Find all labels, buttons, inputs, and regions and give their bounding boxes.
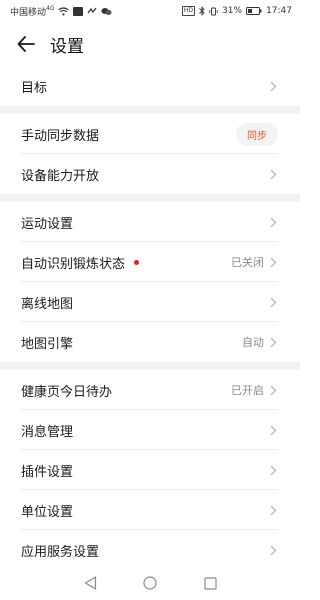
setting-row-manual-sync: 手动同步数据 同步 <box>0 114 300 154</box>
sync-button[interactable]: 同步 <box>236 122 278 146</box>
new-badge-dot <box>134 259 140 265</box>
settings-list: 目标 手动同步数据 同步 设备能力开放 运动设置 自动识别锻炼状态 已关闭 离线… <box>0 66 300 570</box>
chevron-right-icon <box>268 296 278 308</box>
setting-label: 地图引擎 <box>21 336 74 352</box>
setting-label: 目标 <box>21 80 48 96</box>
settings-group-goal: 目标 <box>0 66 300 106</box>
page-title: 设置 <box>50 36 84 57</box>
network-type: 4G <box>46 4 55 12</box>
setting-row-message-management[interactable]: 消息管理 <box>0 410 300 450</box>
setting-value: 已关闭 <box>231 256 264 269</box>
settings-group-exercise: 运动设置 自动识别锻炼状态 已关闭 离线地图 地图引擎 自动 <box>0 202 300 362</box>
setting-right: 已开启 <box>231 382 278 398</box>
nav-home-button[interactable] <box>140 573 160 593</box>
chevron-right-icon <box>268 424 278 436</box>
setting-row-app-service-settings[interactable]: 应用服务设置 <box>0 530 300 570</box>
setting-row-exercise-settings[interactable]: 运动设置 <box>0 202 300 242</box>
status-right: HD 31% 17:47 <box>181 6 292 16</box>
battery-percent: 31% <box>222 6 243 16</box>
section-divider <box>0 194 300 202</box>
section-divider <box>0 362 300 370</box>
setting-row-health-todo[interactable]: 健康页今日待办 已开启 <box>0 370 300 410</box>
setting-label: 手动同步数据 <box>21 128 100 144</box>
carrier-name: 中国移动4G <box>10 4 55 18</box>
status-bar: 中国移动4G HD 31% 17:47 <box>0 0 300 22</box>
nav-recents-square-icon <box>203 576 217 590</box>
setting-row-unit-settings[interactable]: 单位设置 <box>0 490 300 530</box>
setting-right <box>268 504 278 516</box>
setting-label: 插件设置 <box>21 464 74 480</box>
nav-recents-button[interactable] <box>200 573 220 593</box>
setting-row-plugin-settings[interactable]: 插件设置 <box>0 450 300 490</box>
battery-icon <box>246 7 262 15</box>
setting-right <box>268 296 278 308</box>
chevron-right-icon <box>268 216 278 228</box>
setting-row-auto-detect-workout[interactable]: 自动识别锻炼状态 已关闭 <box>0 242 300 282</box>
back-arrow-icon <box>17 36 35 52</box>
setting-label: 单位设置 <box>21 504 74 520</box>
setting-right <box>268 464 278 476</box>
vibrate-icon <box>209 7 218 16</box>
wechat-icon <box>101 7 112 16</box>
hd-badge: HD <box>181 6 196 16</box>
notification-bird-icon <box>87 7 98 16</box>
setting-row-map-engine[interactable]: 地图引擎 自动 <box>0 322 300 362</box>
setting-value: 已开启 <box>231 384 264 397</box>
setting-label: 设备能力开放 <box>21 168 100 184</box>
setting-row-goal[interactable]: 目标 <box>0 66 300 106</box>
setting-label: 自动识别锻炼状态 <box>21 253 140 272</box>
header: 设置 <box>0 22 300 66</box>
setting-label: 应用服务设置 <box>21 544 100 560</box>
wifi-icon <box>58 6 70 16</box>
setting-row-offline-map[interactable]: 离线地图 <box>0 282 300 322</box>
nav-back-button[interactable] <box>80 573 100 593</box>
setting-label: 离线地图 <box>21 296 74 312</box>
setting-label: 健康页今日待办 <box>21 384 113 400</box>
chevron-right-icon <box>268 504 278 516</box>
setting-value: 自动 <box>242 336 264 349</box>
setting-label: 消息管理 <box>21 424 74 440</box>
setting-right <box>268 216 278 228</box>
chevron-right-icon <box>268 464 278 476</box>
nav-home-circle-icon <box>143 576 157 590</box>
setting-label: 运动设置 <box>21 216 74 232</box>
clock-time: 17:47 <box>266 6 292 16</box>
chevron-right-icon <box>268 168 278 180</box>
setting-right <box>268 168 278 180</box>
back-button[interactable] <box>14 32 38 56</box>
setting-right: 自动 <box>242 334 278 350</box>
setting-right <box>268 544 278 556</box>
chevron-right-icon <box>268 336 278 348</box>
settings-group-sync: 手动同步数据 同步 设备能力开放 <box>0 114 300 194</box>
chevron-right-icon <box>268 80 278 92</box>
setting-right <box>268 424 278 436</box>
chevron-right-icon <box>268 544 278 556</box>
status-left: 中国移动4G <box>10 5 112 18</box>
setting-row-device-capability[interactable]: 设备能力开放 <box>0 154 300 194</box>
bluetooth-icon <box>199 6 205 16</box>
settings-group-general: 健康页今日待办 已开启 消息管理 插件设置 单位设置 应用服务设置 <box>0 370 300 570</box>
section-divider <box>0 106 300 114</box>
system-nav-bar <box>0 566 300 600</box>
nav-back-triangle-icon <box>84 576 96 590</box>
chevron-right-icon <box>268 256 278 268</box>
notification-app-icon <box>73 6 84 16</box>
chevron-right-icon <box>268 384 278 396</box>
setting-right <box>268 80 278 92</box>
setting-right: 已关闭 <box>231 254 278 270</box>
